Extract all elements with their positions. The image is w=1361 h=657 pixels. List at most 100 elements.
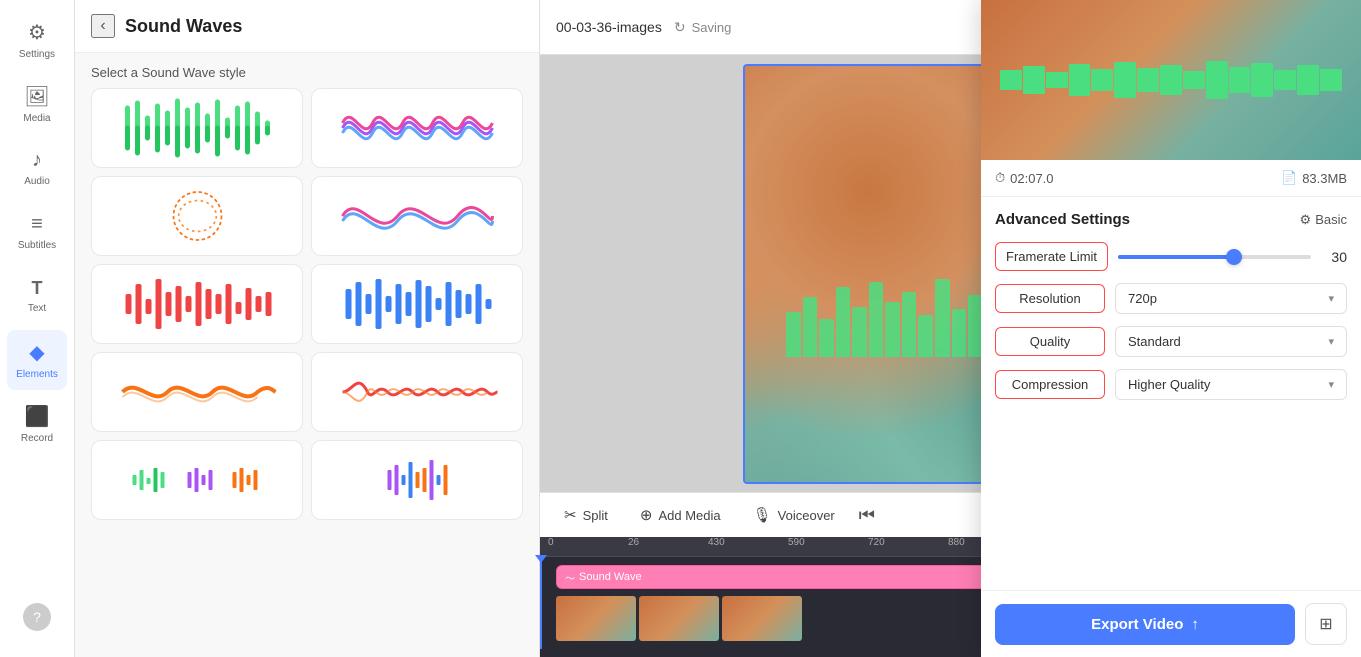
sidebar-item-text[interactable]: T Text — [7, 266, 67, 326]
chevron-down-icon: ▾ — [1328, 292, 1334, 305]
photo-thumb-1 — [556, 596, 636, 641]
export-video-label: Export Video — [1091, 616, 1183, 633]
sidebar-label-media: Media — [23, 113, 50, 124]
photo-thumb-3 — [722, 596, 802, 641]
quality-row: Quality Standard ▾ — [995, 326, 1347, 357]
framerate-slider[interactable] — [1118, 255, 1311, 259]
wave-card-6[interactable] — [311, 264, 523, 344]
text-icon: T — [32, 278, 43, 299]
sidebar-label-text: Text — [28, 303, 46, 314]
audio-icon: ♪ — [32, 149, 42, 172]
compression-select[interactable]: Higher Quality ▾ — [1115, 369, 1347, 400]
saving-spinner-icon: ↻ — [674, 19, 686, 36]
sidebar-item-subtitles[interactable]: ≡ Subtitles — [7, 202, 67, 262]
filesize-value: 83.3MB — [1302, 171, 1347, 186]
wave-card-9[interactable] — [91, 440, 303, 520]
wave-red-loop-svg — [323, 362, 512, 422]
file-icon: 📄 — [1281, 170, 1297, 186]
grid-icon: ⊞ — [1319, 614, 1332, 634]
wave-bar — [918, 315, 933, 357]
split-label: Split — [583, 508, 608, 523]
photo-thumb-2 — [639, 596, 719, 641]
export-settings: Advanced Settings ⚙ Basic Framerate Limi… — [981, 197, 1361, 590]
basic-label: Basic — [1315, 212, 1347, 227]
export-preview-thumbnail — [981, 0, 1361, 160]
export-video-button[interactable]: Export Video ↑ — [995, 604, 1295, 645]
framerate-value: 30 — [1319, 249, 1347, 265]
wave-bar — [852, 307, 867, 357]
wave-bars-green-svg — [103, 98, 292, 158]
sidebar: ⚙ Settings 🖼 Media ♪ Audio ≡ Subtitles T… — [0, 0, 75, 657]
voiceover-button[interactable]: 🎙 Voiceover — [745, 501, 843, 529]
split-button[interactable]: ✂ Split — [556, 501, 616, 529]
wave-orange-svg — [103, 362, 292, 422]
wave-bar — [935, 279, 950, 357]
exp-wave-bar — [1137, 68, 1159, 92]
sidebar-item-settings[interactable]: ⚙ Settings — [7, 10, 67, 70]
basic-link[interactable]: ⚙ Basic — [1300, 212, 1347, 228]
wave-card-10[interactable] — [311, 440, 523, 520]
sidebar-item-media[interactable]: 🖼 Media — [7, 74, 67, 134]
add-media-icon: ⊕ — [640, 506, 653, 524]
chevron-down-icon: ▾ — [1328, 378, 1334, 391]
exp-wave-bar — [1320, 69, 1342, 91]
wave-circle-svg — [103, 186, 292, 246]
export-preview-wave — [1000, 60, 1342, 100]
export-settings-button[interactable]: ⊞ — [1305, 603, 1347, 645]
exp-wave-bar — [1229, 67, 1251, 93]
exp-wave-bar — [1023, 66, 1045, 94]
exp-wave-bar — [1000, 70, 1022, 90]
sidebar-label-audio: Audio — [24, 176, 50, 187]
sidebar-item-audio[interactable]: ♪ Audio — [7, 138, 67, 198]
chevron-down-icon: ▾ — [1328, 335, 1334, 348]
wave-card-5[interactable] — [91, 264, 303, 344]
panel-title: Sound Waves — [125, 16, 242, 37]
elements-icon: ◆ — [29, 340, 44, 365]
sidebar-item-help[interactable]: ? — [7, 587, 67, 647]
sidebar-label-elements: Elements — [16, 369, 58, 380]
microphone-icon: 🎙 — [753, 506, 772, 524]
wave-card-4[interactable] — [311, 176, 523, 256]
slider-track — [1118, 255, 1234, 259]
quality-value: Standard — [1128, 334, 1181, 349]
sidebar-item-elements[interactable]: ◆ Elements — [7, 330, 67, 390]
export-panel: ⏱ 02:07.0 📄 83.3MB Advanced Settings ⚙ B… — [981, 0, 1361, 657]
split-icon: ✂ — [564, 506, 577, 524]
wave-card-1[interactable] — [91, 88, 303, 168]
exp-wave-bar — [1183, 71, 1205, 89]
record-icon: ⬛ — [25, 404, 50, 429]
wave-card-7[interactable] — [91, 352, 303, 432]
sidebar-label-subtitles: Subtitles — [18, 240, 56, 251]
wave-bar — [786, 312, 801, 357]
rewind-button[interactable]: ⏮ — [859, 505, 875, 526]
quality-label: Quality — [995, 327, 1105, 356]
ruler-mark-880: 880 — [948, 537, 965, 548]
wave-bar — [902, 292, 917, 357]
compression-value: Higher Quality — [1128, 377, 1210, 392]
wave-bar — [952, 309, 967, 357]
sidebar-label-record: Record — [21, 433, 53, 444]
sidebar-item-record[interactable]: ⬛ Record — [7, 394, 67, 454]
wave-bar — [836, 287, 851, 357]
panel-subtitle: Select a Sound Wave style — [75, 53, 539, 88]
exp-wave-bar — [1251, 63, 1273, 97]
wave-style-grid — [75, 88, 539, 520]
wave-bar — [885, 302, 900, 357]
exp-wave-bar — [1274, 70, 1296, 90]
exp-wave-bar — [1046, 72, 1068, 88]
wave-card-8[interactable] — [311, 352, 523, 432]
saving-text: Saving — [692, 20, 732, 35]
add-media-button[interactable]: ⊕ Add Media — [632, 501, 729, 529]
clock-icon: ⏱ — [995, 170, 1005, 186]
playhead[interactable] — [540, 557, 542, 649]
resolution-select[interactable]: 720p ▾ — [1115, 283, 1347, 314]
voiceover-label: Voiceover — [778, 508, 835, 523]
settings-header: Advanced Settings ⚙ Basic — [995, 211, 1347, 228]
wave-card-2[interactable] — [311, 88, 523, 168]
back-button[interactable]: ‹ — [91, 14, 115, 38]
quality-select[interactable]: Standard ▾ — [1115, 326, 1347, 357]
wave-card-3[interactable] — [91, 176, 303, 256]
wave-bars-blue-svg — [323, 274, 512, 334]
resolution-value: 720p — [1128, 291, 1157, 306]
slider-thumb[interactable] — [1226, 249, 1242, 265]
